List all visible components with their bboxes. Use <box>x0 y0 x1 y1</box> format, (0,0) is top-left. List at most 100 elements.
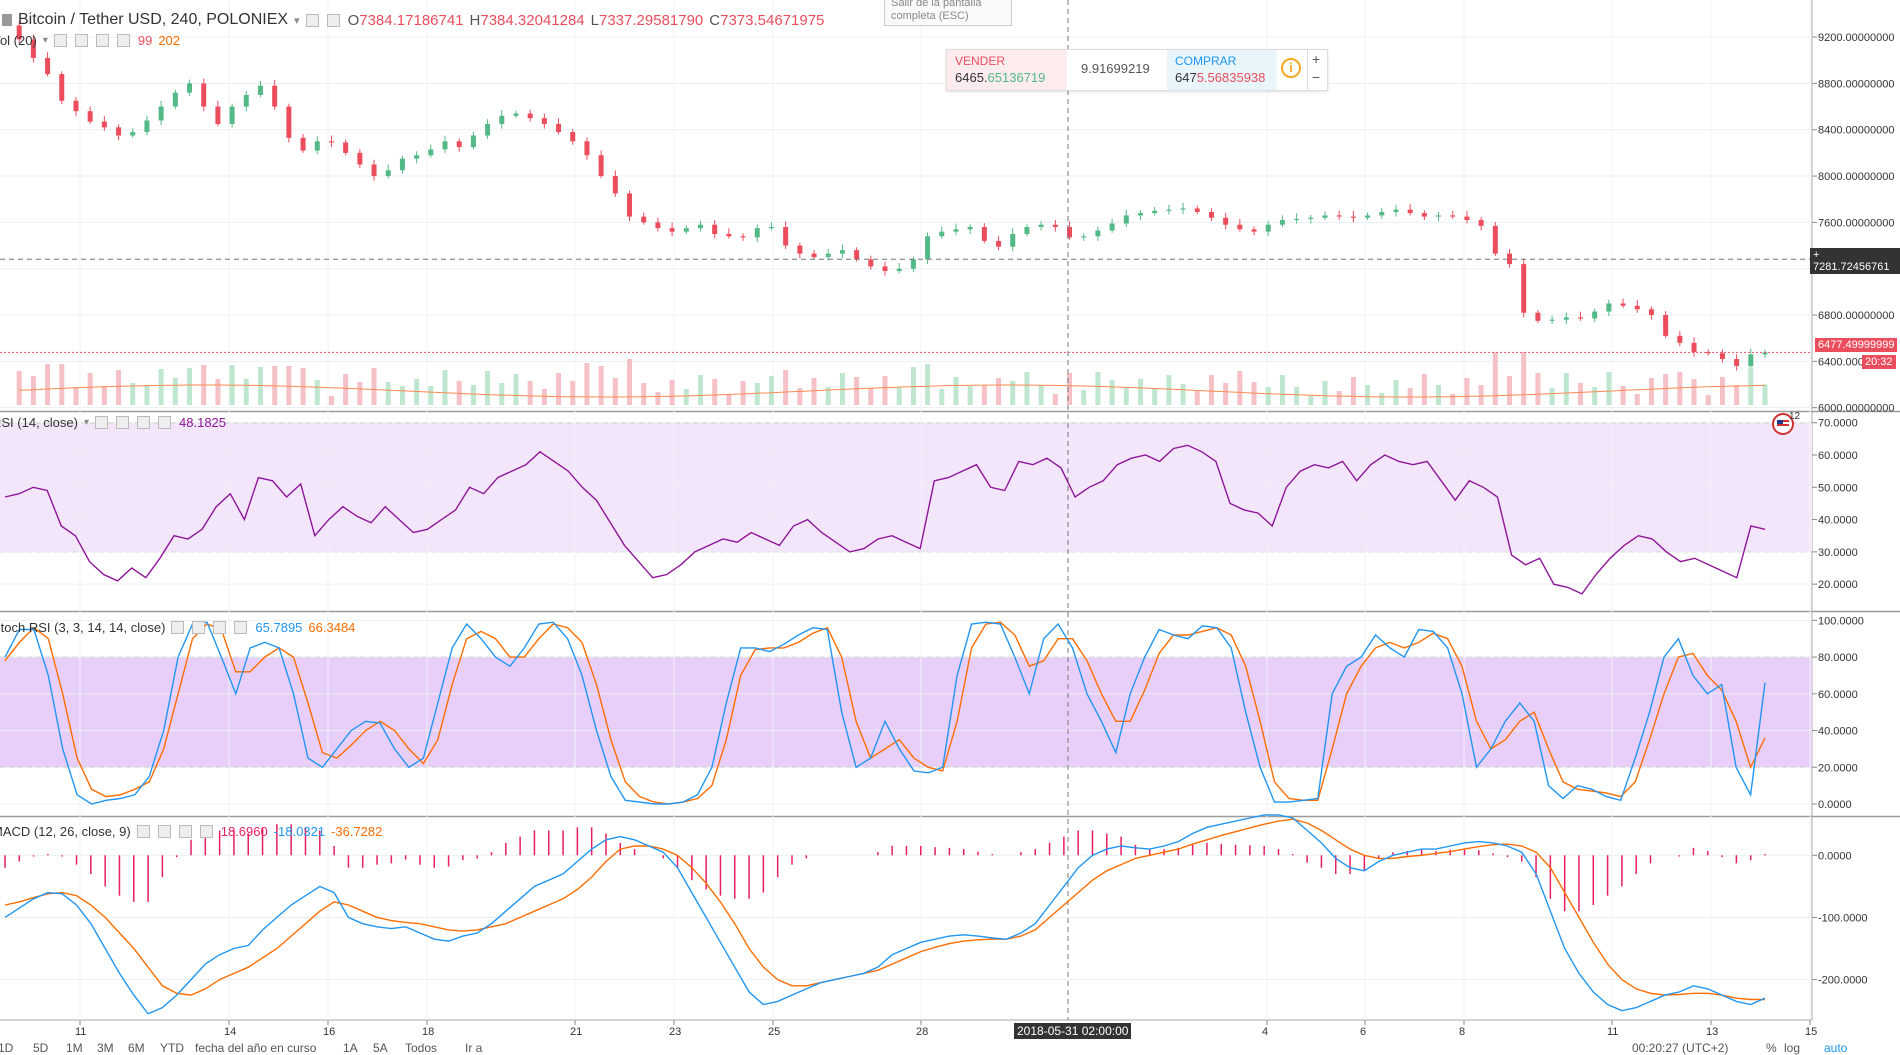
volume-bar <box>570 381 576 405</box>
candle <box>910 259 916 269</box>
candle <box>1294 218 1300 221</box>
volume-bar <box>612 378 618 405</box>
range-3m[interactable]: 3M <box>97 1041 114 1055</box>
candle <box>513 113 519 116</box>
volume-bar <box>996 378 1002 405</box>
volume-bar <box>556 373 562 405</box>
x-tick-label: 8 <box>1459 1026 1465 1038</box>
candle <box>1464 216 1470 221</box>
candle <box>1166 209 1172 211</box>
settings-icon[interactable] <box>136 825 150 838</box>
rsi-legend: RSI (14, close) ▾ 48.1825 <box>0 415 226 430</box>
range-ytd-long[interactable]: fecha del año en curso <box>195 1041 316 1055</box>
close-icon[interactable] <box>234 621 248 634</box>
chart-canvas[interactable]: 9200.00000000 8800.00000000 8400.00000000 8… <box>0 0 1900 1055</box>
macd-label[interactable]: MACD (12, 26, close, 9) <box>0 824 131 839</box>
add-icon[interactable] <box>137 416 151 429</box>
candle <box>967 227 973 230</box>
hide-icon[interactable] <box>326 13 340 27</box>
hide-icon[interactable] <box>157 825 171 838</box>
chevron-down-icon[interactable]: ▾ <box>84 417 89 428</box>
chevron-down-icon[interactable]: ▾ <box>43 35 48 46</box>
rsi-axis-tick-label: 50.0000 <box>1818 482 1858 494</box>
candle <box>1265 224 1271 232</box>
range-all[interactable]: Todos <box>405 1041 437 1055</box>
range-1y[interactable]: 1A <box>343 1041 358 1055</box>
hide-icon[interactable] <box>116 416 130 429</box>
range-6m[interactable]: 6M <box>128 1041 145 1055</box>
candle <box>697 224 703 229</box>
toggle-auto[interactable]: auto <box>1824 1041 1847 1055</box>
volume-label[interactable]: Vol (20) <box>0 33 37 48</box>
candle <box>627 193 633 217</box>
candle <box>45 57 51 75</box>
minus-button[interactable]: − <box>1312 69 1320 85</box>
candle <box>712 224 718 234</box>
x-tick-label: 13 <box>1706 1026 1718 1038</box>
settings-icon[interactable] <box>305 13 319 27</box>
volume-bar <box>1705 395 1711 405</box>
volume-bar <box>73 387 79 405</box>
close-icon[interactable] <box>199 825 213 838</box>
ohlc-close: 7373.54671975 <box>720 11 825 29</box>
plus-button[interactable]: + <box>1312 51 1320 67</box>
volume-ma-value: 202 <box>158 33 181 48</box>
range-5y[interactable]: 5A <box>373 1041 388 1055</box>
settings-icon[interactable] <box>171 621 185 634</box>
volume-bar <box>868 388 874 405</box>
volume-bar <box>910 367 916 405</box>
volume-bar <box>144 385 150 405</box>
volume-bar <box>399 386 405 405</box>
volume-bar <box>357 382 363 405</box>
candle <box>485 123 491 136</box>
add-icon[interactable] <box>178 825 192 838</box>
x-tick-label: 25 <box>768 1026 780 1038</box>
candle <box>328 141 334 143</box>
x-tick-label: 11 <box>1607 1026 1618 1038</box>
volume-bar <box>1024 372 1030 405</box>
rsi-axis-tick-label: 20.0000 <box>1818 579 1858 591</box>
candle <box>1237 224 1243 230</box>
close-icon[interactable] <box>116 34 130 47</box>
sell-button[interactable]: VENDER 6465.65136719 <box>947 50 1067 90</box>
candle <box>1081 236 1087 238</box>
buy-button[interactable]: COMPRAR 6475.56835938 <box>1167 50 1277 90</box>
range-ytd[interactable]: YTD <box>160 1041 184 1055</box>
rsi-axis-tick-label: 70.0000 <box>1818 418 1858 430</box>
volume-bar <box>286 366 292 405</box>
toggle-log[interactable]: log <box>1784 1041 1800 1055</box>
candle <box>1052 224 1058 228</box>
info-icon[interactable]: i <box>1277 50 1305 90</box>
volume-bar <box>1137 379 1143 405</box>
volume-bar <box>1379 393 1385 405</box>
volume-bar <box>513 374 519 405</box>
close-icon[interactable] <box>158 416 172 429</box>
hide-icon[interactable] <box>192 621 206 634</box>
price-axis-tick-label: 7600.00000000 <box>1818 217 1894 229</box>
symbol-title[interactable]: Bitcoin / Tether USD, 240, POLONIEX <box>18 11 288 29</box>
range-5d[interactable]: 5D <box>33 1041 48 1055</box>
volume-bar <box>811 378 817 405</box>
range-1d[interactable]: 1D <box>0 1041 13 1055</box>
volume-bar <box>1464 378 1470 405</box>
volume-bar <box>1563 373 1569 405</box>
volume-legend: Vol (20) ▾ 99 202 <box>0 33 180 48</box>
candle <box>655 222 661 229</box>
chevron-down-icon[interactable]: ▾ <box>294 14 300 27</box>
settings-icon[interactable] <box>95 416 109 429</box>
add-icon[interactable] <box>213 621 227 634</box>
add-icon[interactable] <box>95 34 109 47</box>
hide-icon[interactable] <box>74 34 88 47</box>
candle <box>385 170 391 177</box>
volume-bar <box>1123 388 1129 405</box>
toggle-percent[interactable]: % <box>1766 1041 1777 1055</box>
rsi-label[interactable]: RSI (14, close) <box>0 415 78 430</box>
macd-legend: MACD (12, 26, close, 9) 18.6960 -18.0321… <box>0 824 382 839</box>
settings-icon[interactable] <box>53 34 67 47</box>
range-1m[interactable]: 1M <box>66 1041 83 1055</box>
goto-date[interactable]: Ir a <box>465 1041 482 1055</box>
volume-bar <box>1095 372 1101 405</box>
stoch-label[interactable]: Stoch RSI (3, 3, 14, 14, close) <box>0 620 165 635</box>
stoch-axis-tick-label: 80.0000 <box>1818 652 1858 664</box>
candle <box>1137 213 1143 216</box>
